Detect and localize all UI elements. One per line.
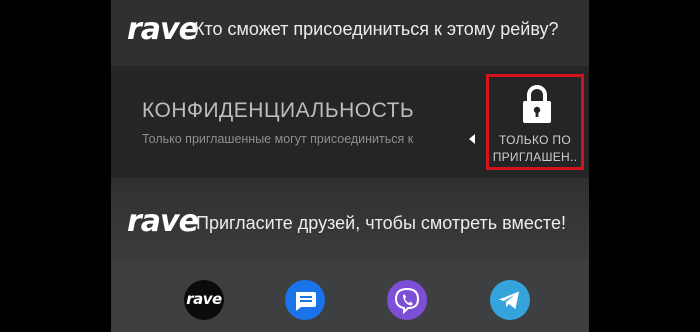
share-telegram-button[interactable]: [490, 280, 530, 320]
rave-logo: rave: [127, 204, 199, 239]
option-label-line2: ПРИГЛАШЕН..: [492, 150, 578, 164]
share-row: rave: [111, 260, 589, 332]
telegram-icon: [499, 291, 519, 309]
rave-logo: rave: [127, 12, 199, 47]
join-question: Кто сможет присоединиться к этому рейву?: [194, 19, 559, 39]
share-viber-button[interactable]: [387, 280, 427, 320]
arrow-left-icon[interactable]: [469, 134, 475, 144]
lock-icon: [523, 85, 551, 123]
rave-app-icon: rave: [186, 290, 222, 308]
invite-only-option[interactable]: ТОЛЬКО ПО ПРИГЛАШЕН..: [486, 74, 584, 170]
viber-icon: [394, 287, 420, 315]
privacy-panel: КОНФИДЕНЦИАЛЬНОСТЬ Только приглашенные м…: [111, 66, 589, 178]
share-rave-button[interactable]: rave: [184, 280, 224, 320]
option-label-line1: ТОЛЬКО ПО: [499, 133, 571, 147]
invite-text: Пригласите друзей, чтобы смотреть вместе…: [196, 213, 566, 233]
privacy-description: Только приглашенные могут присоединиться…: [142, 132, 414, 146]
share-messages-button[interactable]: [285, 280, 325, 320]
header-row: rave Кто сможет присоединиться к этому р…: [111, 0, 589, 64]
rave-screen: rave Кто сможет присоединиться к этому р…: [111, 0, 589, 332]
invite-row: rave Пригласите друзей, чтобы смотреть в…: [111, 180, 589, 260]
messages-icon: [296, 292, 316, 311]
privacy-title: КОНФИДЕНЦИАЛЬНОСТЬ: [142, 99, 415, 122]
